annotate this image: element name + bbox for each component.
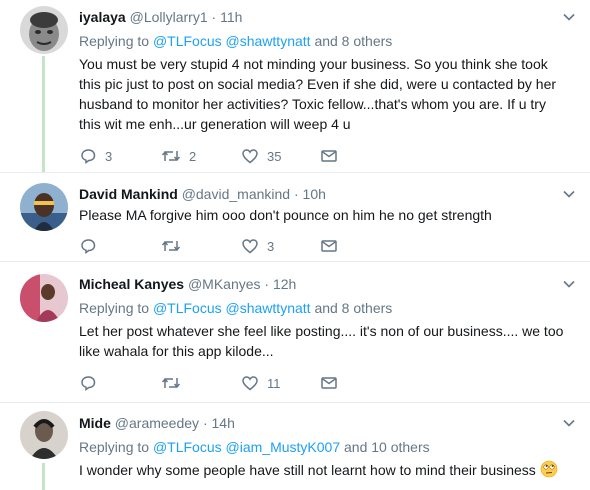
dot-separator: · <box>264 276 270 292</box>
tweet-text: I wonder why some people have still not … <box>79 462 536 478</box>
chevron-down-icon[interactable] <box>562 187 576 201</box>
replying-to: Replying to @TLFocus @shawttynatt and 8 … <box>79 299 392 317</box>
tweet-1[interactable]: iyalaya @Lollylarry1 · 11h Replying to @… <box>0 0 590 172</box>
chevron-down-icon[interactable] <box>562 277 576 291</box>
chevron-down-icon[interactable] <box>562 416 576 430</box>
tweet-4[interactable]: Mide @arameedey · 14h Replying to @TLFoc… <box>0 403 590 490</box>
reply-button[interactable]: 3 <box>79 146 112 166</box>
tweet-2[interactable]: David Mankind @david_mankind · 10h Pleas… <box>0 173 590 261</box>
display-name[interactable]: iyalaya <box>79 9 126 25</box>
dm-button[interactable] <box>320 373 338 393</box>
avatar[interactable] <box>20 6 68 54</box>
replying-to-label: Replying to <box>79 300 150 316</box>
retweet-count: 2 <box>189 148 197 164</box>
like-icon <box>242 376 258 391</box>
thread-line <box>42 463 45 490</box>
like-count: 3 <box>267 238 275 254</box>
user-handle[interactable]: @david_mankind <box>182 186 290 202</box>
dm-button[interactable] <box>320 236 338 256</box>
reply-mention-link[interactable]: @shawttynatt <box>226 33 311 49</box>
reply-button[interactable] <box>79 236 105 256</box>
reply-icon <box>81 239 96 254</box>
reply-mention-link[interactable]: @iam_MustyK007 <box>226 439 341 455</box>
timestamp[interactable]: 11h <box>220 9 242 25</box>
replying-others[interactable]: and 8 others <box>314 300 392 316</box>
reply-mention-link[interactable]: @TLFocus <box>153 33 222 49</box>
tweet-actions: 3 2 35 <box>79 146 339 166</box>
replying-to: Replying to @TLFocus @iam_MustyK007 and … <box>79 438 430 456</box>
avatar[interactable] <box>20 411 68 459</box>
like-button[interactable]: 11 <box>241 373 281 393</box>
like-icon <box>242 149 258 164</box>
dot-separator: · <box>211 9 217 25</box>
tweet-header: iyalaya @Lollylarry1 · 11h <box>79 8 242 26</box>
chevron-down-icon[interactable] <box>562 10 576 24</box>
retweet-button[interactable] <box>161 373 189 393</box>
tweet-text: You must be very stupid 4 not minding yo… <box>79 56 557 132</box>
emoji-rolling-eyes-icon <box>540 460 558 478</box>
display-name[interactable]: Micheal Kanyes <box>79 276 184 292</box>
retweet-icon <box>161 378 181 388</box>
like-button[interactable]: 35 <box>241 146 281 166</box>
timestamp[interactable]: 14h <box>212 415 235 431</box>
tweet-3[interactable]: Micheal Kanyes @MKanyes · 12h Replying t… <box>0 262 590 402</box>
timestamp[interactable]: 12h <box>273 276 296 292</box>
like-count: 35 <box>267 148 282 164</box>
reply-mention-link[interactable]: @TLFocus <box>153 439 222 455</box>
reply-button[interactable] <box>79 373 105 393</box>
like-button[interactable]: 3 <box>241 236 274 256</box>
tweet-header: Micheal Kanyes @MKanyes · 12h <box>79 275 296 293</box>
user-handle[interactable]: @Lollylarry1 <box>130 9 208 25</box>
dm-icon <box>321 150 337 162</box>
replying-others[interactable]: and 8 others <box>314 33 392 49</box>
dot-separator: · <box>202 415 208 431</box>
avatar[interactable] <box>20 274 68 322</box>
user-handle[interactable]: @MKanyes <box>188 276 261 292</box>
retweet-icon <box>161 241 181 251</box>
timestamp[interactable]: 10h <box>303 186 326 202</box>
tweet-actions: 11 <box>79 373 339 393</box>
tweet-actions: 3 <box>79 236 339 256</box>
tweet-header: Mide @arameedey · 14h <box>79 414 235 432</box>
retweet-icon <box>161 151 181 161</box>
tweet-text: Please MA forgive him ooo don't pounce o… <box>79 207 492 223</box>
replying-to: Replying to @TLFocus @shawttynatt and 8 … <box>79 32 392 50</box>
replying-to-label: Replying to <box>79 439 150 455</box>
like-count: 11 <box>267 375 281 391</box>
thread-line <box>42 56 45 172</box>
reply-mention-link[interactable]: @shawttynatt <box>226 300 311 316</box>
tweet-text-container: I wonder why some people have still not … <box>79 460 569 480</box>
retweet-button[interactable]: 2 <box>161 146 196 166</box>
replying-others[interactable]: and 10 others <box>344 439 430 455</box>
avatar[interactable] <box>20 183 68 231</box>
display-name[interactable]: David Mankind <box>79 186 178 202</box>
replying-to-label: Replying to <box>79 33 150 49</box>
tweet-header: David Mankind @david_mankind · 10h <box>79 185 326 203</box>
like-icon <box>242 239 258 254</box>
retweet-button[interactable] <box>161 236 189 256</box>
dm-icon <box>321 240 337 252</box>
dm-button[interactable] <box>320 146 338 166</box>
dot-separator: · <box>293 186 299 202</box>
display-name[interactable]: Mide <box>79 415 111 431</box>
reply-mention-link[interactable]: @TLFocus <box>153 300 222 316</box>
dm-icon <box>321 377 337 389</box>
reply-count: 3 <box>105 148 113 164</box>
user-handle[interactable]: @arameedey <box>115 415 199 431</box>
reply-icon <box>81 149 96 164</box>
tweet-text: Let her post whatever she feel like post… <box>79 323 564 359</box>
reply-icon <box>81 376 96 391</box>
